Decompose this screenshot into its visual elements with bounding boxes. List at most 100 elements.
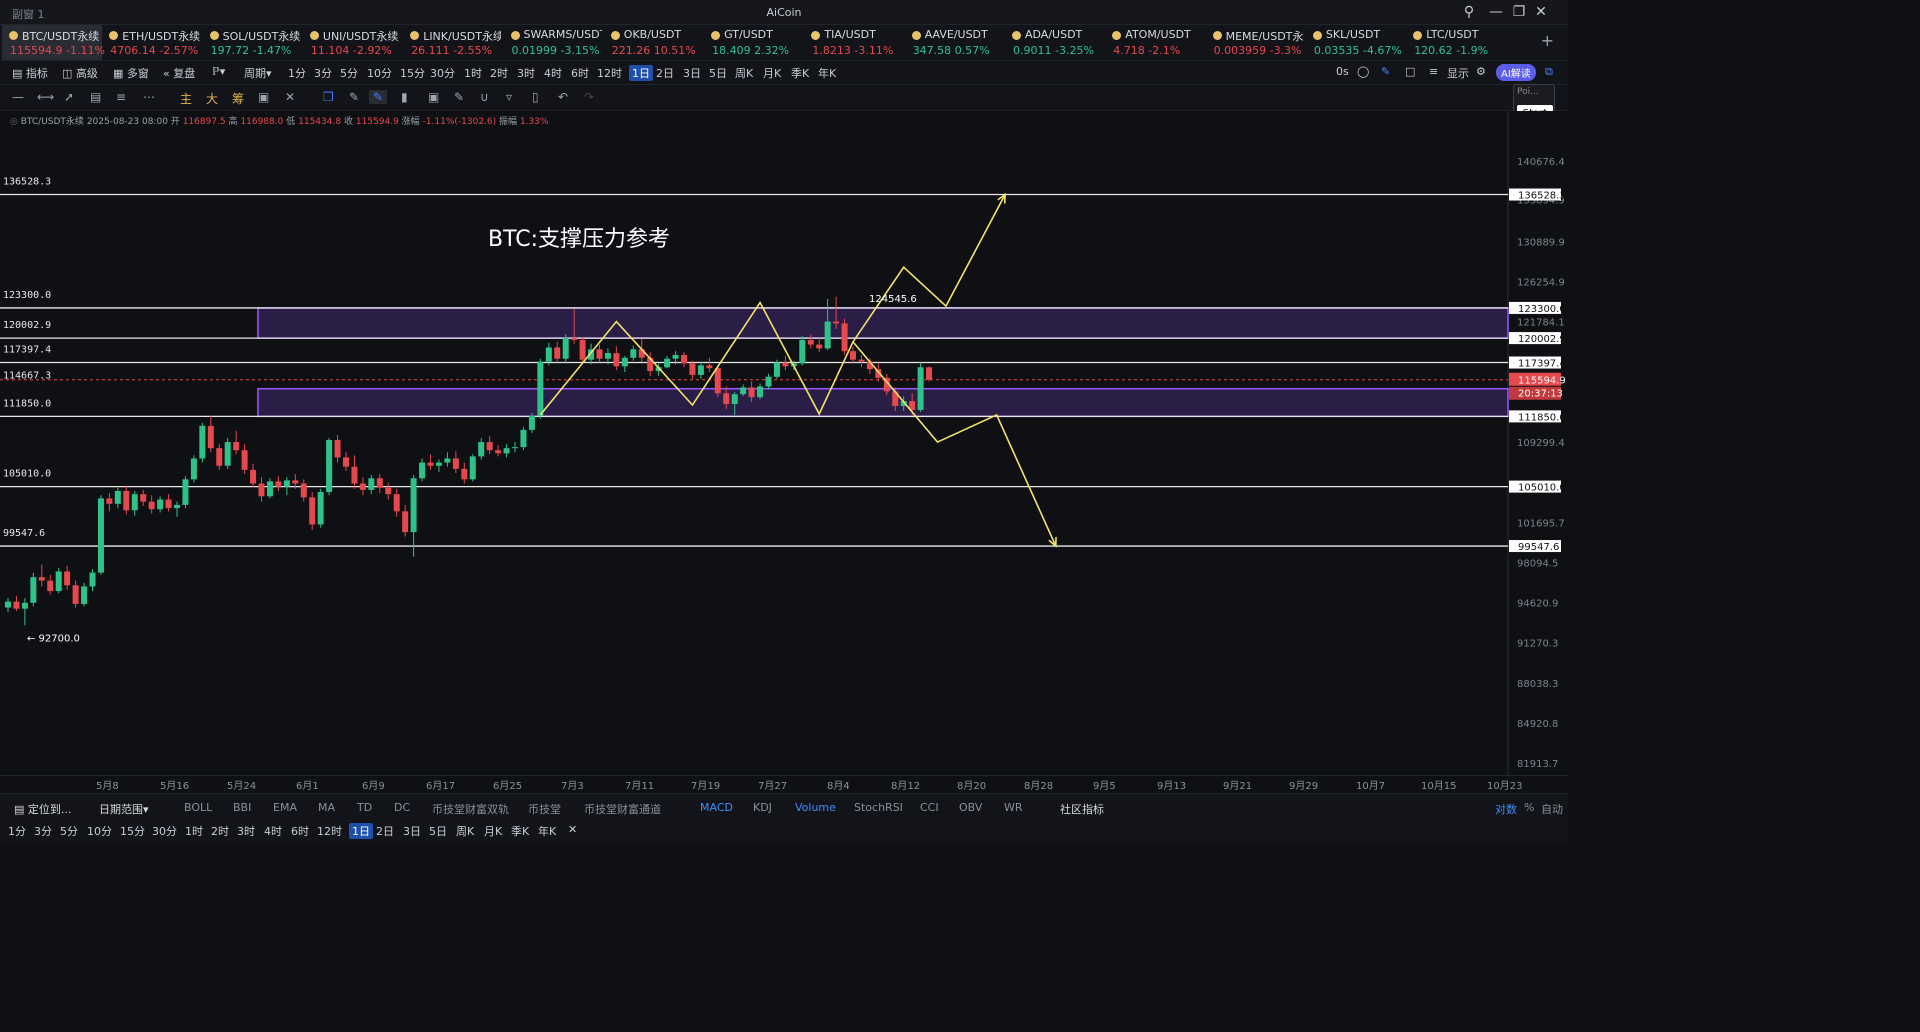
locate-button[interactable]: ▤ 定位到... [14,801,71,817]
period-option[interactable]: 3分 [314,65,332,81]
log-scale-toggle[interactable]: 对数 [1495,801,1517,817]
indicator-option[interactable]: 币技堂 [528,801,561,817]
pattern-icon[interactable]: ▣ [258,90,269,104]
period-option[interactable]: 2时 [490,65,508,81]
ticker-tab[interactable]: OKB/USDT 221.26 10.51% [604,25,704,60]
indicator-option[interactable]: OBV [959,801,982,814]
period-option[interactable]: 3时 [517,65,535,81]
period-option[interactable]: 月K [763,65,781,81]
period-dropdown[interactable]: 周期▾ [244,65,272,81]
display-button[interactable]: 显示 [1447,65,1469,81]
more-icon[interactable]: ⋯ [143,90,155,104]
bottom-period-option[interactable]: 2时 [211,823,229,839]
bottom-period-option[interactable]: 3分 [34,823,52,839]
bottom-period-option[interactable]: 季K [511,823,529,839]
eraser-icon[interactable]: ✕ [285,90,295,104]
replay-button[interactable]: « 复盘 [163,65,195,81]
indicator-option[interactable]: 币技堂财富双轨 [432,801,509,817]
bottom-period-option[interactable]: 周K [456,823,474,839]
indicator-option[interactable]: Volume [795,801,836,814]
parallel-icon[interactable]: ≡ [116,90,126,104]
ticker-tab[interactable]: ETH/USDT永续 4706.14 -2.57% [102,25,202,60]
share-icon[interactable]: ⧉ [1545,65,1553,79]
brush-icon[interactable]: ✎ [349,90,359,104]
indicator-option[interactable]: MA [318,801,335,814]
bottom-period-option[interactable]: 2日 [376,823,394,839]
ai-interpret-button[interactable]: AI解读 [1496,64,1536,81]
period-option[interactable]: 15分 [400,65,425,81]
period-option[interactable]: 12时 [597,65,622,81]
percent-toggle[interactable]: % [1524,801,1534,814]
bottom-period-option[interactable]: 3时 [237,823,255,839]
indicator-option[interactable]: TD [357,801,372,814]
ticker-tab[interactable]: SWARMS/USDT 0.01999 -3.15% [504,25,604,60]
indicator-option[interactable]: CCI [920,801,939,814]
period-option[interactable]: 1时 [464,65,482,81]
period-option[interactable]: 2日 [656,65,674,81]
bottom-period-option[interactable]: 1日 [349,823,373,839]
close-icon[interactable]: ✕ [1531,3,1551,21]
chips-button[interactable]: 筹 [232,90,244,107]
chart-type-button[interactable]: ℙ▾ [212,65,225,78]
period-option[interactable]: 周K [735,65,753,81]
ticker-tab[interactable]: SKL/USDT 0.03535 -4.67% [1306,25,1406,60]
period-option[interactable]: 6时 [571,65,589,81]
period-option[interactable]: 4时 [544,65,562,81]
main-chart-button[interactable]: 主 [180,90,192,107]
indicator-option[interactable]: 币技堂财富通道 [584,801,661,817]
ticker-tab[interactable]: LINK/USDT永续 26.111 -2.55% [403,25,503,60]
period-option[interactable]: 5分 [340,65,358,81]
date-range-button[interactable]: 日期范围▾ [99,801,149,817]
ticker-tab[interactable]: GT/USDT 18.409 2.32% [704,25,804,60]
bottom-period-option[interactable]: 1分 [8,823,26,839]
camera-icon[interactable]: ◯ [1357,65,1369,78]
bottom-period-option[interactable]: 1时 [185,823,203,839]
draw-pen-icon[interactable]: ✎ [369,90,388,104]
large-button[interactable]: 大 [206,90,218,107]
auto-toggle[interactable]: 自动 [1541,801,1563,817]
ticker-tab[interactable]: ATOM/USDT 4.718 -2.1% [1105,25,1205,60]
indicator-option[interactable]: EMA [273,801,297,814]
ticker-tab[interactable]: ADA/USDT 0.9011 -3.25% [1005,25,1105,60]
indicator-option[interactable]: BBI [233,801,251,814]
ticker-tab[interactable]: MEME/USDT永续0.003959 -3.3% [1206,25,1306,60]
trendline-icon[interactable]: ➚ [64,90,74,104]
minimize-icon[interactable]: — [1486,3,1506,21]
window-icon[interactable]: □ [1405,65,1415,78]
multi-window-button[interactable]: ▦ 多窗 [113,65,149,81]
bottom-period-option[interactable]: 3日 [403,823,421,839]
ticker-tab[interactable]: LTC/USDT 120.62 -1.9% [1406,25,1506,60]
indicator-option[interactable]: 社区指标 [1060,801,1104,817]
indicator-option[interactable]: MACD [700,801,733,814]
magnet-icon[interactable]: ∪ [480,90,489,104]
search-icon[interactable]: ⚲ [1459,3,1479,21]
copy-icon[interactable]: ❐ [323,90,334,104]
undo-icon[interactable]: ↶ [558,90,568,104]
ticker-tab[interactable]: AAVE/USDT 347.58 0.57% [905,25,1005,60]
ray-icon[interactable]: ⟷ [37,90,54,104]
measure-icon[interactable]: ▤ [90,90,101,104]
bottom-period-option[interactable]: 12时 [317,823,342,839]
filter-icon[interactable]: ▿ [506,90,512,104]
bottom-period-option[interactable]: 5分 [60,823,78,839]
period-option[interactable]: 30分 [430,65,455,81]
add-tab-icon[interactable]: + [1541,31,1554,50]
chart-svg[interactable]: 140676.4135894.9130889.9126254.9121784.1… [0,111,1568,775]
indicator-option[interactable]: WR [1004,801,1023,814]
ticker-tab[interactable]: UNI/USDT永续 11.104 -2.92% [303,25,403,60]
bottom-period-option[interactable]: 15分 [120,823,145,839]
period-option[interactable]: 1分 [288,65,306,81]
price-chart[interactable]: 140676.4 135894.9 130889.9 126254.9 121784.1… [0,111,1568,775]
bottom-period-option[interactable]: 4时 [264,823,282,839]
period-option[interactable]: 10分 [367,65,392,81]
indicator-button[interactable]: ▤ 指标 [12,65,48,81]
indicator-option[interactable]: StochRSI [854,801,903,814]
restore-icon[interactable]: ❐ [1509,3,1529,21]
period-option[interactable]: 1日 [629,65,653,81]
bottom-period-option[interactable]: 5日 [429,823,447,839]
period-option[interactable]: 3日 [683,65,701,81]
bottom-period-option[interactable]: 月K [484,823,502,839]
close-period-bar-icon[interactable]: ✕ [568,823,577,836]
period-option[interactable]: 年K [818,65,836,81]
bottom-period-option[interactable]: 6时 [291,823,309,839]
